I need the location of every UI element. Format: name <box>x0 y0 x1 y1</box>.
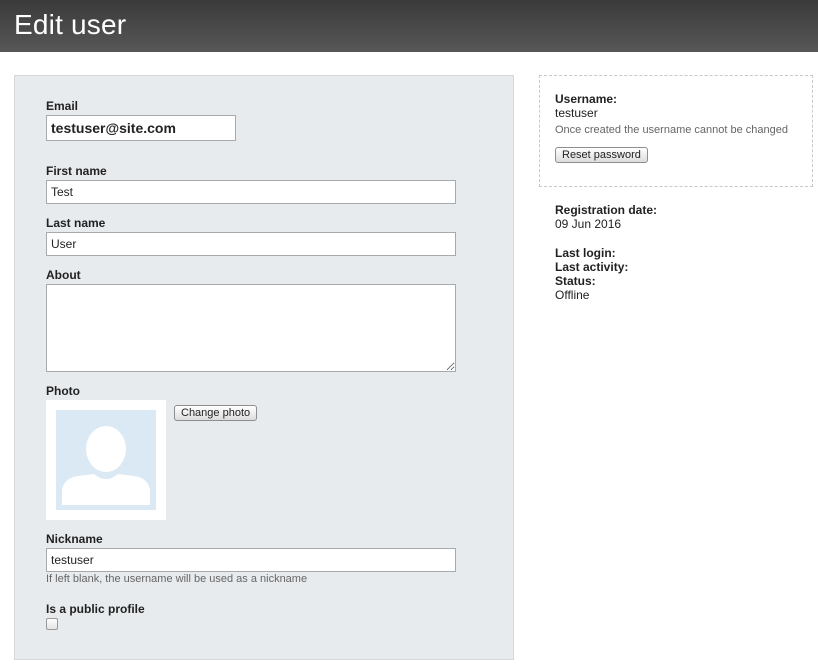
page-title: Edit user <box>14 9 127 40</box>
photo-frame <box>46 400 166 520</box>
user-placeholder-icon <box>56 410 156 510</box>
username-value: testuser <box>555 106 598 120</box>
top-bar: Edit user <box>0 0 818 52</box>
about-textarea[interactable] <box>46 284 456 372</box>
last-name-field[interactable] <box>46 232 456 256</box>
last-activity-label: Last activity: <box>555 260 629 274</box>
change-photo-button[interactable]: Change photo <box>174 405 258 421</box>
last-login-label: Last login: <box>555 246 616 260</box>
email-field[interactable] <box>46 115 236 141</box>
first-name-field[interactable] <box>46 180 456 204</box>
username-box: Username: testuser Once created the user… <box>539 75 813 187</box>
email-label: Email <box>46 99 79 113</box>
public-profile-checkbox[interactable] <box>46 618 58 630</box>
reset-password-button[interactable]: Reset password <box>555 147 648 163</box>
public-profile-label: Is a public profile <box>46 602 145 616</box>
user-form-panel: Email First name Last name About Photo C… <box>14 75 514 660</box>
nickname-hint: If left blank, the username will be used… <box>46 573 308 585</box>
last-name-label: Last name <box>46 216 106 230</box>
first-name-label: First name <box>46 164 107 178</box>
photo-label: Photo <box>46 384 80 398</box>
status-label: Status: <box>555 274 596 288</box>
registration-date-value: 09 Jun 2016 <box>555 217 622 231</box>
status-value: Offline <box>555 288 590 302</box>
username-label: Username: <box>555 92 618 106</box>
username-note: Once created the username cannot be chan… <box>555 124 788 136</box>
nickname-label: Nickname <box>46 532 103 546</box>
nickname-field[interactable] <box>46 548 456 572</box>
about-label: About <box>46 268 81 282</box>
registration-date-label: Registration date: <box>555 203 658 217</box>
